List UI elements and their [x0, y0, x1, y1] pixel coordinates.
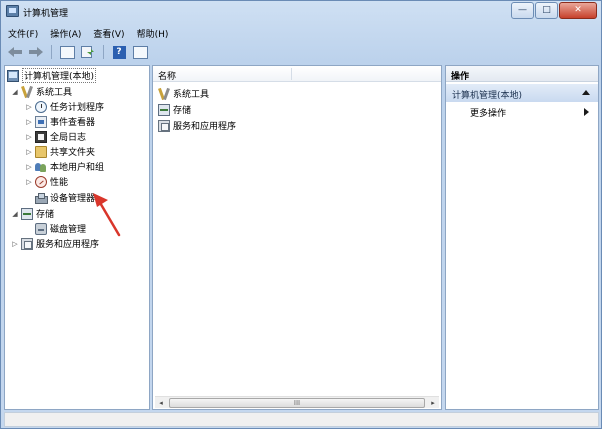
- services-icon: [158, 119, 170, 132]
- menu-help[interactable]: 帮助(H): [131, 25, 175, 41]
- help-button[interactable]: ?: [110, 44, 128, 60]
- local-users-icon: [35, 161, 47, 173]
- column-header-name[interactable]: 名称: [153, 66, 441, 82]
- performance-icon: [35, 175, 47, 188]
- toolbar-separator: [51, 45, 52, 59]
- tree-item-global-log[interactable]: ▷ 全局日志: [25, 129, 86, 144]
- expander-icon[interactable]: ▷: [25, 133, 33, 141]
- results-pane[interactable]: 名称 系统工具 存储 服务和应用程序 ◂ III ▸: [152, 65, 442, 410]
- tree-item-storage[interactable]: ◢ 存储: [11, 206, 54, 221]
- action-pane-icon: [132, 45, 148, 59]
- show-hide-action-pane-button[interactable]: [131, 44, 149, 60]
- export-list-icon: [81, 46, 94, 58]
- toolbar: ?: [2, 42, 600, 62]
- tree-item-event-viewer[interactable]: ▷ 事件查看器: [25, 114, 95, 129]
- tree-item-system-tools[interactable]: ◢ 系统工具: [11, 84, 72, 99]
- forward-button[interactable]: [27, 44, 45, 60]
- minimize-button[interactable]: —: [511, 2, 534, 19]
- tree-item-services-and-applications[interactable]: ▷ 服务和应用程序: [11, 236, 99, 251]
- expander-icon[interactable]: ▷: [11, 240, 19, 248]
- collapse-icon[interactable]: [582, 90, 590, 95]
- actions-group-label: 计算机管理(本地): [452, 91, 523, 101]
- tree-item-local-users-and-groups[interactable]: ▷ 本地用户和组: [25, 159, 104, 174]
- actions-pane: 操作 计算机管理(本地) 更多操作: [445, 65, 599, 410]
- scroll-left-icon[interactable]: ◂: [155, 397, 167, 409]
- system-tools-icon: [158, 88, 170, 100]
- menu-view[interactable]: 查看(V): [87, 25, 130, 41]
- event-viewer-icon: [35, 115, 47, 128]
- scroll-right-icon[interactable]: ▸: [427, 397, 439, 409]
- help-icon: ?: [112, 45, 126, 59]
- expander-icon[interactable]: ◢: [11, 88, 19, 96]
- maximize-button[interactable]: □: [535, 2, 558, 19]
- tree-item-performance[interactable]: ▷ 性能: [25, 174, 68, 189]
- actions-group-computer-management[interactable]: 计算机管理(本地): [446, 84, 598, 102]
- export-list-button[interactable]: [79, 44, 97, 60]
- console-tree-icon: [59, 45, 75, 59]
- toolbar-separator: [103, 45, 104, 59]
- menu-file[interactable]: 文件(F): [2, 25, 44, 41]
- tree-item-device-manager[interactable]: 设备管理器: [35, 190, 95, 205]
- computer-management-icon: [7, 69, 19, 82]
- menu-bar: 文件(F) 操作(A) 查看(V) 帮助(H): [2, 25, 600, 41]
- back-arrow-icon: [8, 47, 22, 57]
- more-actions-item[interactable]: 更多操作: [470, 106, 506, 119]
- expander-icon[interactable]: ▷: [25, 163, 33, 171]
- actions-header: 操作: [446, 66, 598, 82]
- storage-icon: [21, 207, 33, 220]
- tree-item-shared-folders[interactable]: ▷ 共享文件夹: [25, 144, 95, 159]
- show-hide-console-tree-button[interactable]: [58, 44, 76, 60]
- expander-icon[interactable]: ▷: [25, 148, 33, 156]
- list-item[interactable]: 存储: [158, 102, 191, 117]
- storage-icon: [158, 103, 170, 116]
- list-item[interactable]: 服务和应用程序: [158, 118, 236, 133]
- close-button[interactable]: ✕: [559, 2, 597, 19]
- status-bar: [4, 412, 599, 427]
- annotation-arrow-icon: [93, 193, 121, 237]
- submenu-arrow-icon[interactable]: [584, 108, 589, 116]
- expander-icon[interactable]: ◢: [11, 210, 19, 218]
- computer-management-window: 计算机管理 — □ ✕ 文件(F) 操作(A) 查看(V) 帮助(H) ? 计算…: [0, 0, 602, 429]
- computer-management-icon: [6, 5, 19, 17]
- device-manager-icon: [35, 192, 48, 204]
- horizontal-scrollbar[interactable]: ◂ III ▸: [155, 396, 439, 408]
- menu-action[interactable]: 操作(A): [44, 25, 87, 41]
- global-log-icon: [35, 130, 47, 143]
- back-button[interactable]: [6, 44, 24, 60]
- scrollbar-thumb[interactable]: III: [169, 398, 425, 408]
- forward-arrow-icon: [29, 47, 43, 57]
- services-icon: [21, 237, 33, 250]
- task-scheduler-icon: [35, 100, 47, 113]
- disk-management-icon: [35, 222, 47, 235]
- shared-folders-icon: [35, 145, 47, 158]
- tree-item-computer-management-local[interactable]: 计算机管理(本地): [7, 68, 97, 83]
- tree-item-disk-management[interactable]: 磁盘管理: [35, 221, 86, 236]
- list-item[interactable]: 系统工具: [158, 86, 209, 101]
- system-tools-icon: [21, 86, 33, 98]
- tree-item-task-scheduler[interactable]: ▷ 任务计划程序: [25, 99, 104, 114]
- expander-icon[interactable]: ▷: [25, 103, 33, 111]
- title-bar[interactable]: 计算机管理 — □ ✕: [1, 1, 601, 23]
- expander-icon[interactable]: ▷: [25, 178, 33, 186]
- expander-icon[interactable]: ▷: [25, 118, 33, 126]
- window-title: 计算机管理: [23, 9, 69, 19]
